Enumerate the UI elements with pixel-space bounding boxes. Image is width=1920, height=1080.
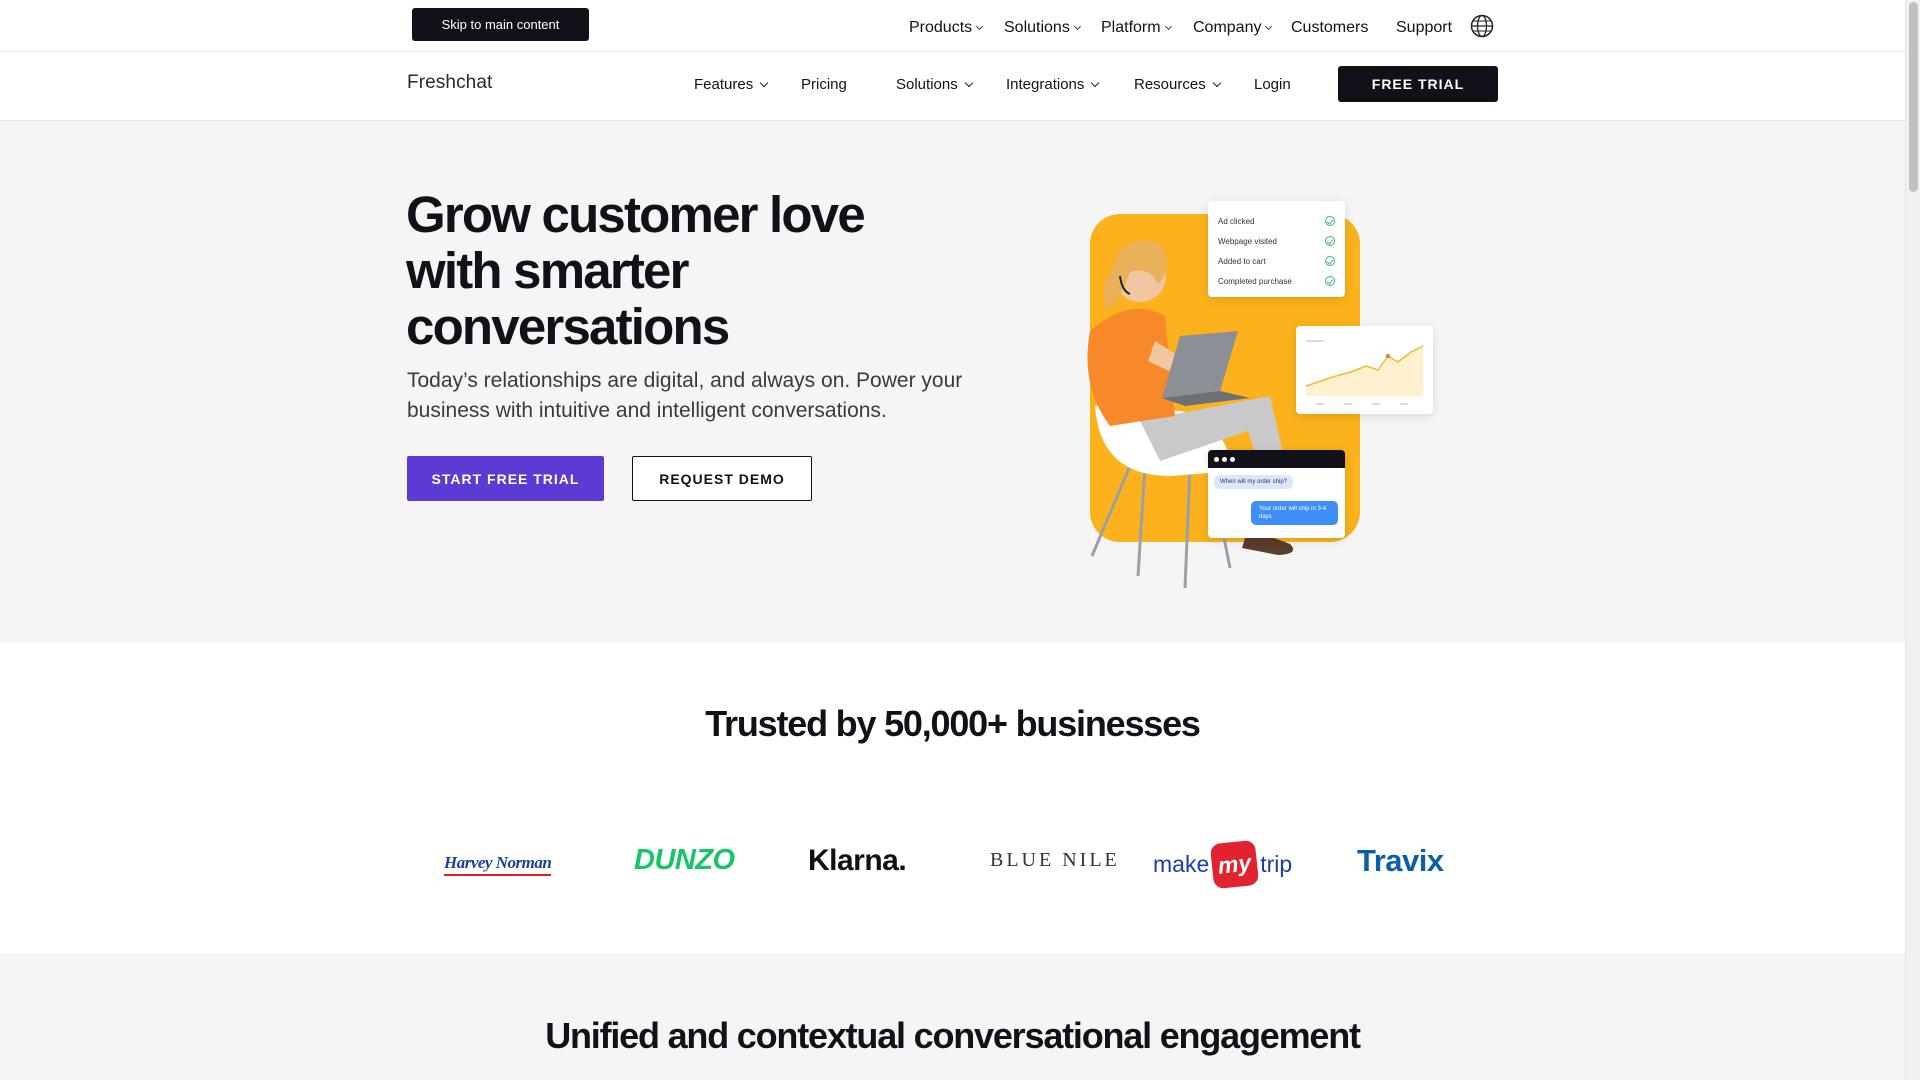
util-company[interactable]: Company: [1193, 19, 1273, 37]
makemytrip-logo: make my trip: [1153, 839, 1293, 890]
util-products-label: Products: [909, 19, 973, 36]
check-circle-icon: [1325, 236, 1335, 246]
nav-login[interactable]: Login: [1254, 76, 1291, 93]
util-platform[interactable]: Platform: [1101, 19, 1172, 37]
page: Skip to main content Products Solutions …: [0, 0, 1905, 1080]
page-scrollbar[interactable]: [1905, 0, 1920, 1080]
checklist-row: Webpage visited: [1218, 231, 1335, 251]
util-solutions[interactable]: Solutions: [1004, 19, 1081, 37]
hero-title: Grow customer love with smarter conversa…: [406, 186, 866, 355]
util-support[interactable]: Support: [1396, 19, 1452, 37]
nav-integrations[interactable]: Integrations: [1006, 76, 1100, 93]
globe-icon[interactable]: [1470, 14, 1494, 38]
makemytrip-my: my: [1210, 839, 1260, 890]
chevron-down-icon: [759, 78, 769, 87]
dunzo-logo: DUNZO: [634, 844, 735, 876]
trusted-section: Trusted by 50,000+ businesses Harvey Nor…: [0, 642, 1905, 953]
check-circle-icon: [1325, 256, 1335, 266]
start-free-trial-button[interactable]: START FREE TRIAL: [407, 456, 604, 501]
nav-resources[interactable]: Resources: [1134, 76, 1221, 93]
utility-bar: Skip to main content Products Solutions …: [0, 0, 1905, 52]
makemytrip-make: make: [1153, 851, 1210, 877]
util-solutions-label: Solutions: [1004, 19, 1070, 36]
customer-message: When will my order ship?: [1214, 475, 1294, 489]
nav-resources-label: Resources: [1134, 76, 1206, 93]
util-platform-label: Platform: [1101, 19, 1161, 36]
check-circle-icon: [1325, 276, 1335, 286]
chevron-down-icon: [1073, 22, 1081, 31]
checklist-label: Ad clicked: [1218, 216, 1255, 226]
hero-illustration: Ad clicked Webpage visited Added to cart…: [980, 176, 1500, 606]
checklist-label: Added to cart: [1218, 256, 1266, 266]
analytics-graph-card: [1296, 326, 1433, 414]
nav-features[interactable]: Features: [694, 76, 769, 93]
blue-nile-logo: BLUE NILE: [990, 849, 1120, 871]
checklist-row: Added to cart: [1218, 251, 1335, 271]
nav-pricing-label: Pricing: [801, 76, 847, 93]
mini-area-chart: [1305, 340, 1424, 405]
journey-checklist-card: Ad clicked Webpage visited Added to cart…: [1208, 201, 1345, 297]
nav-solutions-label: Solutions: [896, 76, 958, 93]
chevron-down-icon: [1265, 22, 1273, 31]
free-trial-button[interactable]: FREE TRIAL: [1338, 66, 1498, 102]
chat-widget-card: When will my order ship? Your order will…: [1208, 450, 1345, 538]
customer-logo-strip: Harvey Norman DUNZO Klarna. BLUE NILE ma…: [0, 832, 1905, 892]
makemytrip-trip: trip: [1260, 851, 1293, 877]
agent-reply: Your order will ship in 3-4 days: [1251, 501, 1338, 525]
request-demo-button[interactable]: REQUEST DEMO: [632, 456, 812, 501]
check-circle-icon: [1325, 216, 1335, 226]
chevron-down-icon: [976, 22, 984, 31]
util-products[interactable]: Products: [909, 19, 984, 37]
chevron-down-icon: [964, 78, 973, 87]
chevron-down-icon: [1091, 78, 1100, 87]
harvey-norman-logo: Harvey Norman: [444, 853, 552, 876]
util-company-label: Company: [1193, 19, 1262, 36]
nav-pricing[interactable]: Pricing: [801, 76, 847, 93]
scrollbar-thumb[interactable]: [1909, 2, 1918, 192]
hero-section: Grow customer love with smarter conversa…: [0, 121, 1905, 642]
checklist-row: Completed purchase: [1218, 271, 1335, 291]
trusted-title: Trusted by 50,000+ businesses: [705, 703, 1201, 744]
checklist-label: Completed purchase: [1218, 276, 1292, 286]
main-nav: Freshchat Features Pricing Solutions Int…: [0, 52, 1905, 121]
nav-login-label: Login: [1254, 76, 1291, 93]
travix-logo: Travix: [1357, 843, 1444, 878]
chevron-down-icon: [1164, 22, 1172, 31]
nav-integrations-label: Integrations: [1006, 76, 1085, 93]
klarna-logo: Klarna.: [808, 844, 907, 877]
chevron-down-icon: [1212, 78, 1221, 87]
nav-features-label: Features: [694, 76, 754, 93]
skip-to-content-button[interactable]: Skip to main content: [412, 8, 589, 41]
checklist-label: Webpage visited: [1218, 236, 1277, 246]
nav-solutions[interactable]: Solutions: [896, 76, 973, 93]
util-customers[interactable]: Customers: [1291, 19, 1368, 37]
hero-subtitle: Today’s relationships are digital, and a…: [407, 369, 963, 422]
unified-section: Unified and contextual conversational en…: [0, 953, 1905, 1080]
checklist-row: Ad clicked: [1218, 211, 1335, 231]
chat-header: [1208, 450, 1345, 468]
unified-title: Unified and contextual conversational en…: [545, 1015, 1361, 1056]
freshchat-logo[interactable]: Freshchat: [407, 72, 492, 94]
